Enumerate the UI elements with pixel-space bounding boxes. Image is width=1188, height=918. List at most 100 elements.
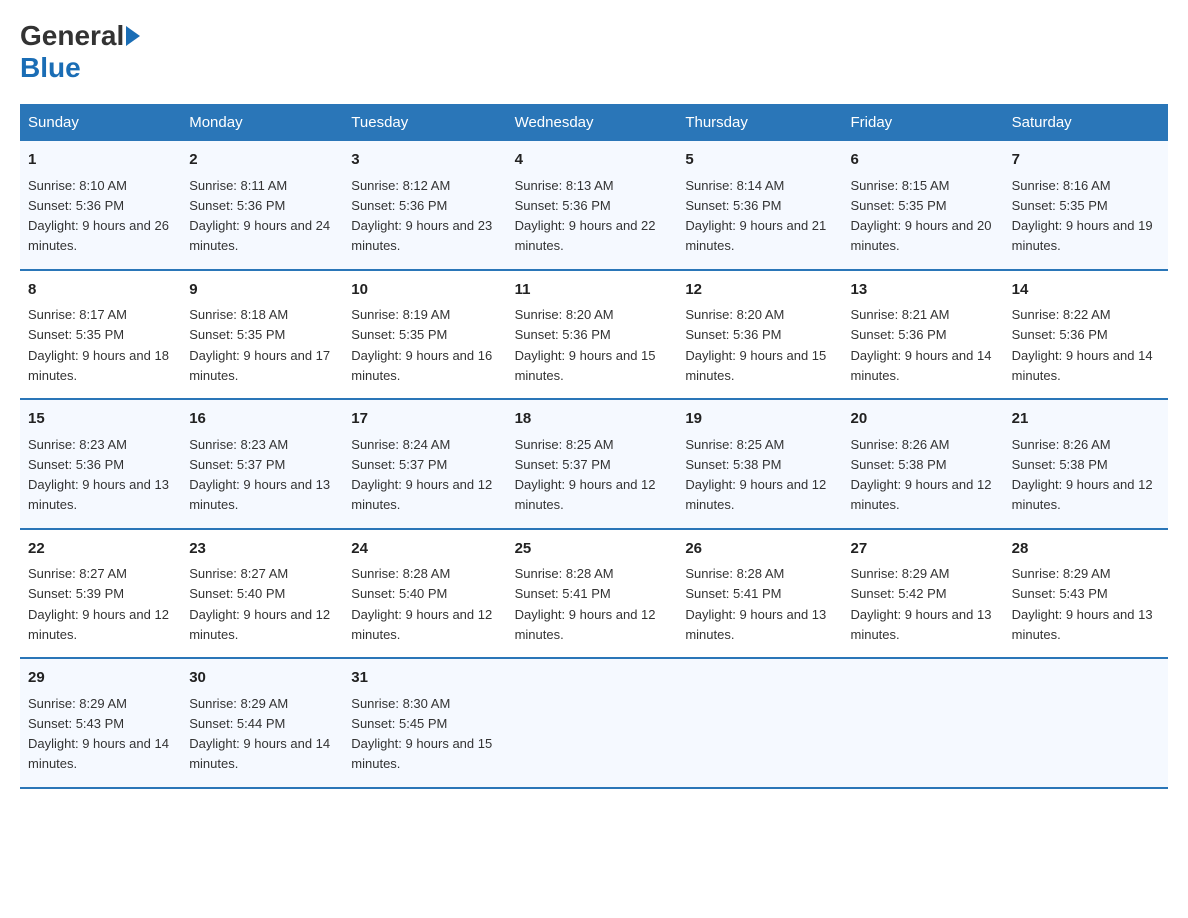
- day-cell: 31 Sunrise: 8:30 AMSunset: 5:45 PMDaylig…: [343, 658, 506, 788]
- day-cell: 14 Sunrise: 8:22 AMSunset: 5:36 PMDaylig…: [1004, 270, 1168, 400]
- day-cell: 1 Sunrise: 8:10 AMSunset: 5:36 PMDayligh…: [20, 141, 181, 270]
- day-number: 19: [685, 408, 834, 431]
- day-info: Sunrise: 8:15 AMSunset: 5:35 PMDaylight:…: [851, 178, 992, 254]
- day-cell: 11 Sunrise: 8:20 AMSunset: 5:36 PMDaylig…: [507, 270, 678, 400]
- day-number: 13: [851, 279, 996, 302]
- day-cell: 7 Sunrise: 8:16 AMSunset: 5:35 PMDayligh…: [1004, 141, 1168, 270]
- day-number: 9: [189, 279, 335, 302]
- day-number: 16: [189, 408, 335, 431]
- day-cell: 4 Sunrise: 8:13 AMSunset: 5:36 PMDayligh…: [507, 141, 678, 270]
- col-header-sunday: Sunday: [20, 104, 181, 141]
- day-info: Sunrise: 8:26 AMSunset: 5:38 PMDaylight:…: [851, 437, 992, 513]
- day-info: Sunrise: 8:18 AMSunset: 5:35 PMDaylight:…: [189, 307, 330, 383]
- day-info: Sunrise: 8:28 AMSunset: 5:41 PMDaylight:…: [685, 566, 826, 642]
- day-info: Sunrise: 8:21 AMSunset: 5:36 PMDaylight:…: [851, 307, 992, 383]
- day-info: Sunrise: 8:23 AMSunset: 5:37 PMDaylight:…: [189, 437, 330, 513]
- day-cell: 30 Sunrise: 8:29 AMSunset: 5:44 PMDaylig…: [181, 658, 343, 788]
- calendar-table: SundayMondayTuesdayWednesdayThursdayFrid…: [20, 104, 1168, 789]
- day-info: Sunrise: 8:27 AMSunset: 5:40 PMDaylight:…: [189, 566, 330, 642]
- header-row: SundayMondayTuesdayWednesdayThursdayFrid…: [20, 104, 1168, 141]
- day-number: 11: [515, 279, 670, 302]
- day-info: Sunrise: 8:29 AMSunset: 5:42 PMDaylight:…: [851, 566, 992, 642]
- day-number: 30: [189, 667, 335, 690]
- day-number: 8: [28, 279, 173, 302]
- day-info: Sunrise: 8:29 AMSunset: 5:43 PMDaylight:…: [28, 696, 169, 772]
- day-number: 2: [189, 149, 335, 172]
- logo: General Blue: [20, 20, 142, 84]
- day-number: 10: [351, 279, 498, 302]
- day-number: 6: [851, 149, 996, 172]
- day-cell: 27 Sunrise: 8:29 AMSunset: 5:42 PMDaylig…: [843, 529, 1004, 659]
- day-info: Sunrise: 8:22 AMSunset: 5:36 PMDaylight:…: [1012, 307, 1153, 383]
- day-info: Sunrise: 8:17 AMSunset: 5:35 PMDaylight:…: [28, 307, 169, 383]
- day-info: Sunrise: 8:10 AMSunset: 5:36 PMDaylight:…: [28, 178, 169, 254]
- day-number: 22: [28, 538, 173, 561]
- day-cell: [507, 658, 678, 788]
- day-cell: 13 Sunrise: 8:21 AMSunset: 5:36 PMDaylig…: [843, 270, 1004, 400]
- day-cell: 24 Sunrise: 8:28 AMSunset: 5:40 PMDaylig…: [343, 529, 506, 659]
- day-cell: 26 Sunrise: 8:28 AMSunset: 5:41 PMDaylig…: [677, 529, 842, 659]
- week-row-1: 1 Sunrise: 8:10 AMSunset: 5:36 PMDayligh…: [20, 141, 1168, 270]
- day-info: Sunrise: 8:13 AMSunset: 5:36 PMDaylight:…: [515, 178, 656, 254]
- day-cell: 10 Sunrise: 8:19 AMSunset: 5:35 PMDaylig…: [343, 270, 506, 400]
- logo-blue-text: Blue: [20, 52, 81, 84]
- day-cell: 22 Sunrise: 8:27 AMSunset: 5:39 PMDaylig…: [20, 529, 181, 659]
- day-cell: 17 Sunrise: 8:24 AMSunset: 5:37 PMDaylig…: [343, 399, 506, 529]
- day-number: 12: [685, 279, 834, 302]
- page-header: General Blue: [20, 20, 1168, 84]
- col-header-monday: Monday: [181, 104, 343, 141]
- day-number: 18: [515, 408, 670, 431]
- day-number: 28: [1012, 538, 1160, 561]
- day-number: 7: [1012, 149, 1160, 172]
- col-header-wednesday: Wednesday: [507, 104, 678, 141]
- day-info: Sunrise: 8:23 AMSunset: 5:36 PMDaylight:…: [28, 437, 169, 513]
- day-info: Sunrise: 8:30 AMSunset: 5:45 PMDaylight:…: [351, 696, 492, 772]
- day-cell: 28 Sunrise: 8:29 AMSunset: 5:43 PMDaylig…: [1004, 529, 1168, 659]
- day-cell: 9 Sunrise: 8:18 AMSunset: 5:35 PMDayligh…: [181, 270, 343, 400]
- week-row-4: 22 Sunrise: 8:27 AMSunset: 5:39 PMDaylig…: [20, 529, 1168, 659]
- day-info: Sunrise: 8:25 AMSunset: 5:37 PMDaylight:…: [515, 437, 656, 513]
- day-number: 23: [189, 538, 335, 561]
- day-info: Sunrise: 8:28 AMSunset: 5:41 PMDaylight:…: [515, 566, 656, 642]
- col-header-friday: Friday: [843, 104, 1004, 141]
- day-number: 31: [351, 667, 498, 690]
- day-info: Sunrise: 8:29 AMSunset: 5:44 PMDaylight:…: [189, 696, 330, 772]
- day-info: Sunrise: 8:11 AMSunset: 5:36 PMDaylight:…: [189, 178, 330, 254]
- day-cell: 5 Sunrise: 8:14 AMSunset: 5:36 PMDayligh…: [677, 141, 842, 270]
- day-cell: 20 Sunrise: 8:26 AMSunset: 5:38 PMDaylig…: [843, 399, 1004, 529]
- col-header-tuesday: Tuesday: [343, 104, 506, 141]
- day-info: Sunrise: 8:27 AMSunset: 5:39 PMDaylight:…: [28, 566, 169, 642]
- day-number: 17: [351, 408, 498, 431]
- col-header-thursday: Thursday: [677, 104, 842, 141]
- day-info: Sunrise: 8:29 AMSunset: 5:43 PMDaylight:…: [1012, 566, 1153, 642]
- day-cell: 2 Sunrise: 8:11 AMSunset: 5:36 PMDayligh…: [181, 141, 343, 270]
- day-info: Sunrise: 8:16 AMSunset: 5:35 PMDaylight:…: [1012, 178, 1153, 254]
- day-number: 27: [851, 538, 996, 561]
- day-cell: 3 Sunrise: 8:12 AMSunset: 5:36 PMDayligh…: [343, 141, 506, 270]
- logo-general-text: General: [20, 20, 124, 52]
- day-number: 21: [1012, 408, 1160, 431]
- col-header-saturday: Saturday: [1004, 104, 1168, 141]
- day-number: 24: [351, 538, 498, 561]
- week-row-3: 15 Sunrise: 8:23 AMSunset: 5:36 PMDaylig…: [20, 399, 1168, 529]
- day-cell: 18 Sunrise: 8:25 AMSunset: 5:37 PMDaylig…: [507, 399, 678, 529]
- day-info: Sunrise: 8:24 AMSunset: 5:37 PMDaylight:…: [351, 437, 492, 513]
- day-number: 5: [685, 149, 834, 172]
- day-cell: 15 Sunrise: 8:23 AMSunset: 5:36 PMDaylig…: [20, 399, 181, 529]
- day-info: Sunrise: 8:25 AMSunset: 5:38 PMDaylight:…: [685, 437, 826, 513]
- day-number: 4: [515, 149, 670, 172]
- week-row-5: 29 Sunrise: 8:29 AMSunset: 5:43 PMDaylig…: [20, 658, 1168, 788]
- day-info: Sunrise: 8:12 AMSunset: 5:36 PMDaylight:…: [351, 178, 492, 254]
- logo-arrow-icon: [126, 26, 140, 46]
- day-cell: 19 Sunrise: 8:25 AMSunset: 5:38 PMDaylig…: [677, 399, 842, 529]
- day-number: 15: [28, 408, 173, 431]
- day-info: Sunrise: 8:28 AMSunset: 5:40 PMDaylight:…: [351, 566, 492, 642]
- day-cell: [843, 658, 1004, 788]
- day-number: 26: [685, 538, 834, 561]
- day-number: 14: [1012, 279, 1160, 302]
- day-cell: 23 Sunrise: 8:27 AMSunset: 5:40 PMDaylig…: [181, 529, 343, 659]
- day-info: Sunrise: 8:19 AMSunset: 5:35 PMDaylight:…: [351, 307, 492, 383]
- day-cell: 12 Sunrise: 8:20 AMSunset: 5:36 PMDaylig…: [677, 270, 842, 400]
- day-number: 1: [28, 149, 173, 172]
- day-cell: 6 Sunrise: 8:15 AMSunset: 5:35 PMDayligh…: [843, 141, 1004, 270]
